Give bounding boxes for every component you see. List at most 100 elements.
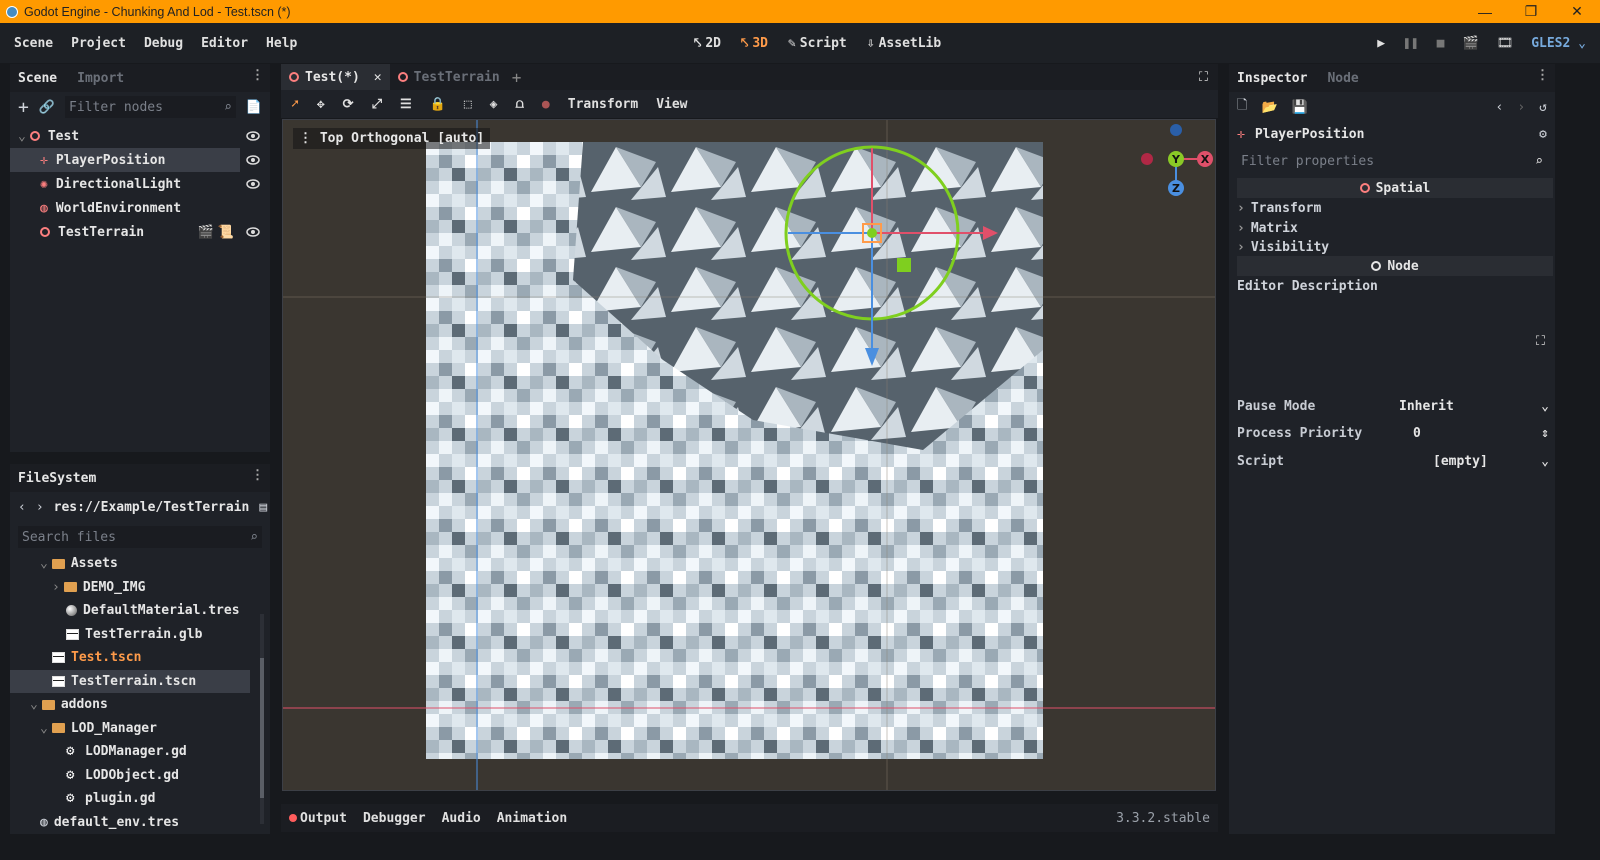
- viewport-menu-label[interactable]: ⋮ Top Orthogonal [auto]: [293, 128, 491, 149]
- prop-pause-mode[interactable]: Pause Mode Inherit ⌄: [1237, 394, 1555, 418]
- list-select-icon[interactable]: ☰: [400, 97, 412, 112]
- kebab-menu-icon[interactable]: ⋮: [251, 468, 264, 483]
- tab-output[interactable]: Output: [289, 811, 347, 826]
- visibility-eye-icon[interactable]: [246, 129, 260, 143]
- local-space-icon[interactable]: ◈: [490, 97, 498, 112]
- filter-properties-input[interactable]: Filter properties ⌕: [1237, 150, 1547, 172]
- file-item[interactable]: ⌄ LOD_Manager: [10, 717, 270, 741]
- open-resource-icon[interactable]: 📂: [1261, 100, 1277, 115]
- tab-import[interactable]: Import: [77, 71, 124, 86]
- mode-2d-button[interactable]: ⤣ 2D: [694, 36, 721, 51]
- plane-handle[interactable]: [897, 258, 911, 272]
- section-spatial[interactable]: Spatial: [1237, 178, 1553, 198]
- pause-icon[interactable]: ❚❚: [1403, 36, 1419, 51]
- forward-icon[interactable]: ›: [36, 500, 44, 515]
- file-item[interactable]: ⚙ LODManager.gd: [10, 740, 270, 764]
- visibility-eye-icon[interactable]: [246, 153, 260, 167]
- menu-project[interactable]: Project: [71, 36, 126, 51]
- view-orientation-gizmo[interactable]: Y X Z: [1141, 124, 1213, 196]
- mode-assetlib-button[interactable]: ⇩ AssetLib: [867, 36, 941, 51]
- scale-tool-icon[interactable]: ⤢: [372, 97, 382, 112]
- stop-icon[interactable]: ■: [1437, 36, 1445, 51]
- group-icon[interactable]: ⬚: [464, 97, 472, 112]
- path-field[interactable]: res://Example/TestTerrain: [54, 500, 250, 515]
- history-icon[interactable]: ↺: [1539, 100, 1547, 115]
- tree-node-test[interactable]: ⌄ Test: [10, 124, 270, 148]
- tree-node-testterrain[interactable]: TestTerrain 🎬 📜: [10, 220, 270, 244]
- tab-testterrain[interactable]: TestTerrain: [390, 64, 508, 90]
- instance-scene-icon[interactable]: 🔗: [39, 100, 55, 115]
- object-properties-icon[interactable]: ⚙: [1539, 127, 1547, 142]
- tree-node-worldenvironment[interactable]: ◍ WorldEnvironment: [10, 196, 270, 220]
- editor-description-field[interactable]: ⛶: [1237, 298, 1553, 394]
- mode-script-button[interactable]: ✎ Script: [788, 36, 847, 51]
- menu-scene[interactable]: Scene: [14, 36, 53, 51]
- expand-icon[interactable]: ⛶: [1536, 334, 1545, 349]
- tab-scene[interactable]: Scene: [18, 71, 57, 86]
- file-item[interactable]: ⌄ Assets: [10, 552, 270, 576]
- minimize-button[interactable]: —: [1462, 4, 1508, 20]
- filesystem-scrollbar[interactable]: [260, 614, 264, 824]
- play-custom-scene-icon[interactable]: 🎞: [1497, 36, 1514, 51]
- open-scene-icon[interactable]: 🎬: [198, 225, 214, 240]
- filter-nodes-input[interactable]: Filter nodes ⌕: [65, 96, 236, 118]
- menu-help[interactable]: Help: [266, 36, 297, 51]
- play-scene-icon[interactable]: 🎬: [1463, 36, 1479, 51]
- transform-menu[interactable]: Transform: [568, 97, 638, 112]
- history-back-icon[interactable]: ‹: [1496, 100, 1504, 115]
- kebab-menu-icon[interactable]: ⋮: [251, 68, 264, 83]
- file-item[interactable]: Test.tscn: [10, 646, 270, 670]
- menu-debug[interactable]: Debug: [144, 36, 183, 51]
- menu-editor[interactable]: Editor: [201, 36, 248, 51]
- 3d-viewport[interactable]: Y X Z ⋮ Top Orthogonal [auto]: [282, 119, 1216, 791]
- file-item[interactable]: ◍ default_env.tres: [10, 811, 270, 835]
- save-resource-icon[interactable]: 💾: [1292, 100, 1308, 115]
- play-icon[interactable]: ▶: [1377, 36, 1385, 51]
- file-item[interactable]: ⚙ LODObject.gd: [10, 764, 270, 788]
- tab-audio[interactable]: Audio: [442, 811, 481, 826]
- search-files-input[interactable]: Search files ⌕: [18, 526, 262, 548]
- file-item[interactable]: ⌄ addons: [10, 693, 270, 717]
- lock-icon[interactable]: 🔒: [430, 97, 446, 112]
- close-button[interactable]: ✕: [1554, 3, 1600, 20]
- file-item[interactable]: TestTerrain.glb: [10, 623, 270, 647]
- file-item[interactable]: ⚙ plugin.gd: [10, 787, 270, 811]
- tab-test[interactable]: Test(*) ✕: [281, 64, 390, 90]
- spinner-icon[interactable]: ⇕: [1541, 426, 1549, 441]
- select-tool-icon[interactable]: ➚: [291, 97, 299, 112]
- visibility-eye-icon[interactable]: [246, 225, 260, 239]
- visibility-eye-icon[interactable]: [246, 177, 260, 191]
- section-node[interactable]: Node: [1237, 256, 1553, 276]
- toggle-split-icon[interactable]: ▤: [259, 500, 267, 515]
- tab-animation[interactable]: Animation: [497, 811, 567, 826]
- file-item[interactable]: TestTerrain.tscn: [10, 669, 250, 693]
- prop-process-priority[interactable]: Process Priority 0 ⇕: [1237, 421, 1555, 445]
- add-node-icon[interactable]: +: [18, 97, 29, 118]
- file-item[interactable]: DefaultMaterial.tres: [10, 599, 270, 623]
- camera-icon[interactable]: ●: [542, 97, 550, 112]
- tab-node[interactable]: Node: [1327, 71, 1358, 86]
- new-resource-icon[interactable]: 🗋: [1237, 96, 1247, 118]
- attach-script-icon[interactable]: 📄: [246, 100, 262, 115]
- tree-node-playerposition[interactable]: ✛ PlayerPosition: [10, 148, 260, 172]
- viewport-canvas[interactable]: Y X Z: [283, 120, 1216, 791]
- rotate-tool-icon[interactable]: ⟳: [343, 97, 354, 112]
- tree-node-directionallight[interactable]: ✺ DirectionalLight: [10, 172, 270, 196]
- tab-debugger[interactable]: Debugger: [363, 811, 426, 826]
- move-tool-icon[interactable]: ✥: [317, 97, 325, 112]
- restore-button[interactable]: ❐: [1508, 3, 1554, 20]
- add-tab-icon[interactable]: +: [512, 68, 522, 87]
- tab-inspector[interactable]: Inspector: [1237, 71, 1307, 86]
- snap-icon[interactable]: ⩍: [515, 97, 523, 112]
- prop-script[interactable]: Script [empty] ⌄: [1237, 449, 1555, 473]
- script-icon[interactable]: 📜: [218, 225, 234, 240]
- back-icon[interactable]: ‹: [18, 500, 26, 515]
- view-menu[interactable]: View: [656, 97, 687, 112]
- mode-3d-button[interactable]: ⤣ 3D: [741, 36, 768, 51]
- close-tab-icon[interactable]: ✕: [374, 70, 382, 85]
- kebab-menu-icon[interactable]: ⋮: [1536, 68, 1549, 83]
- distraction-free-icon[interactable]: ⛶: [1199, 70, 1208, 85]
- renderer-select[interactable]: GLES2 ⌄: [1531, 36, 1586, 51]
- history-forward-icon[interactable]: ›: [1517, 100, 1525, 115]
- file-item[interactable]: › DEMO_IMG: [10, 576, 270, 600]
